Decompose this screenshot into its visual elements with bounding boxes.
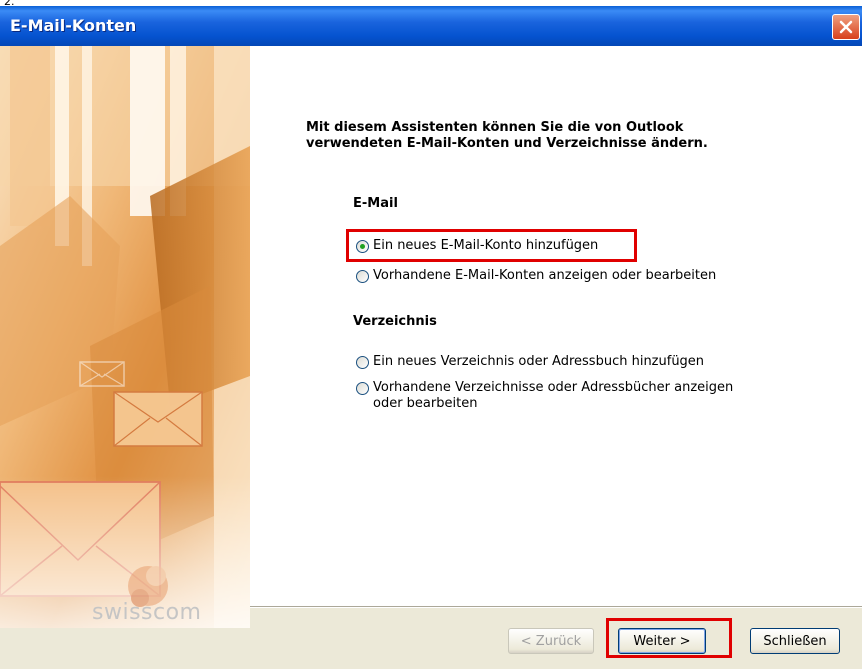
radio-label-view-edit-email-accounts: Vorhandene E-Mail-Konten anzeigen oder b… xyxy=(373,268,717,283)
close-window-button[interactable] xyxy=(832,14,860,40)
radio-label-line-2: oder bearbeiten xyxy=(373,396,478,411)
radio-button[interactable] xyxy=(356,270,369,283)
radio-add-directory[interactable]: Ein neues Verzeichnis oder Adressbuch hi… xyxy=(356,354,704,370)
intro-text: Mit diesem Assistenten können Sie die vo… xyxy=(306,120,806,152)
dialog-client-area: Mit diesem Assistenten können Sie die vo… xyxy=(0,46,862,669)
wizard-content: Mit diesem Assistenten können Sie die vo… xyxy=(250,46,862,606)
highlight-box-add-account xyxy=(346,229,637,262)
directory-section-heading: Verzeichnis xyxy=(353,314,437,329)
email-accounts-dialog: E-Mail-Konten Mit diesem Assistenten kön… xyxy=(0,6,862,669)
highlight-box-next xyxy=(606,618,732,658)
radio-button[interactable] xyxy=(356,356,369,369)
intro-line-1: Mit diesem Assistenten können Sie die vo… xyxy=(306,120,684,135)
envelope-medium xyxy=(113,391,203,447)
radio-label-line-1: Vorhandene Verzeichnisse oder Adressbüch… xyxy=(373,380,734,395)
email-section-heading: E-Mail xyxy=(353,196,398,211)
back-button[interactable]: < Zurück xyxy=(508,628,594,654)
separator-line xyxy=(250,606,862,608)
intro-line-2: verwendeten E-Mail-Konten und Verzeichni… xyxy=(306,136,708,151)
radio-label-add-directory: Ein neues Verzeichnis oder Adressbuch hi… xyxy=(373,354,705,369)
swisscom-logo-text: swisscom xyxy=(92,600,202,625)
title-bar[interactable]: E-Mail-Konten xyxy=(0,6,862,46)
close-button[interactable]: Schließen xyxy=(750,628,840,654)
close-icon xyxy=(839,20,853,34)
wizard-sidebar-graphic xyxy=(0,46,250,628)
radio-button[interactable] xyxy=(356,382,369,395)
envelope-artwork xyxy=(0,46,250,628)
window-title: E-Mail-Konten xyxy=(10,16,137,35)
radio-label-view-edit-directories: Vorhandene Verzeichnisse oder Adressbüch… xyxy=(373,380,733,412)
radio-view-edit-directories[interactable]: Vorhandene Verzeichnisse oder Adressbüch… xyxy=(356,380,733,412)
button-bar: < Zurück Weiter > Schließen xyxy=(250,606,862,669)
radio-view-edit-email-accounts[interactable]: Vorhandene E-Mail-Konten anzeigen oder b… xyxy=(356,268,716,284)
